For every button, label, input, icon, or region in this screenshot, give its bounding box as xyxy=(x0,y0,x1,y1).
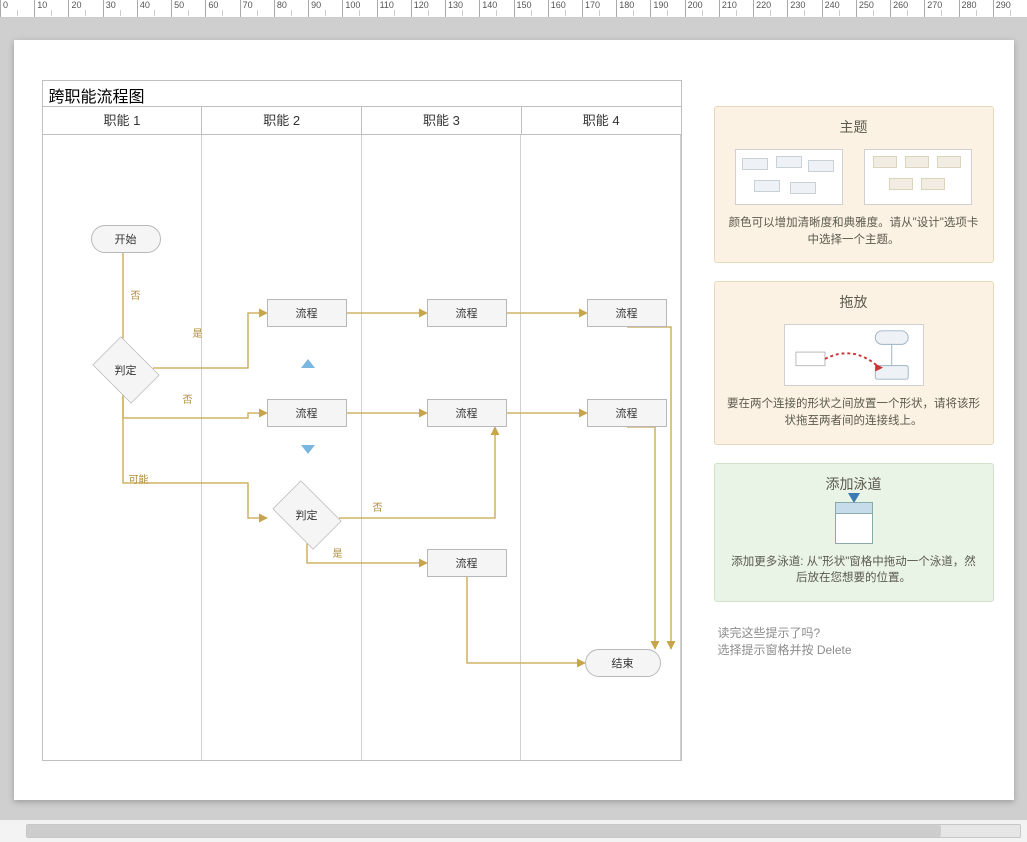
ruler-tick: 60 xyxy=(205,0,218,18)
tip-theme-title: 主题 xyxy=(727,117,981,137)
tip-drag-card[interactable]: 拖放 要在两个连接的形状之间放置一个形状，请将该形状拖至两者间的连接线上。 xyxy=(714,281,994,444)
label-maybe: 可能 xyxy=(129,471,149,486)
decision-2[interactable]: 判定 xyxy=(267,487,347,543)
ruler-tick: 190 xyxy=(650,0,668,18)
lane-body: 开始 判定 流程 流程 流程 流程 流程 xyxy=(43,135,681,760)
ruler-tick: 140 xyxy=(479,0,497,18)
tip-theme-desc: 颜色可以增加清晰度和典雅度。请从"设计"选项卡中选择一个主题。 xyxy=(727,215,981,248)
ruler-tick: 210 xyxy=(719,0,737,18)
label-yes-2: 是 xyxy=(333,545,343,560)
decision-1[interactable]: 判定 xyxy=(88,342,164,398)
canvas-area[interactable]: 跨职能流程图 职能 1 职能 2 职能 3 职能 4 xyxy=(0,18,1027,820)
lane-header-3[interactable]: 职能 3 xyxy=(362,107,522,134)
ruler-tick: 280 xyxy=(959,0,977,18)
tip-drag-desc: 要在两个连接的形状之间放置一个形状，请将该形状拖至两者间的连接线上。 xyxy=(727,396,981,429)
ruler-tick: 270 xyxy=(924,0,942,18)
lane-3[interactable] xyxy=(362,135,522,760)
arrow-down-icon xyxy=(848,493,860,503)
ruler-tick: 120 xyxy=(411,0,429,18)
process-r4-l3[interactable]: 流程 xyxy=(427,549,507,577)
ruler-tick: 180 xyxy=(616,0,634,18)
ruler-tick: 90 xyxy=(308,0,321,18)
lane-header-2[interactable]: 职能 2 xyxy=(202,107,362,134)
horizontal-scrollbar[interactable] xyxy=(26,824,1021,838)
tips-panel[interactable]: 主题 xyxy=(714,106,994,662)
tip-lane-desc: 添加更多泳道: 从"形状"窗格中拖动一个泳道，然后放在您想要的位置。 xyxy=(727,554,981,587)
lane-thumb xyxy=(835,502,873,544)
ruler-tick: 50 xyxy=(171,0,184,18)
ruler-tick: 160 xyxy=(548,0,566,18)
ruler-tick: 290 xyxy=(993,0,1011,18)
ruler-tick: 110 xyxy=(377,0,394,18)
tips-footer-a: 选择提示窗格并按 Delete xyxy=(718,641,990,658)
theme-thumb-1 xyxy=(735,149,843,205)
ruler-tick: 130 xyxy=(445,0,463,18)
ruler-tick: 0 xyxy=(0,0,8,18)
ruler-tick: 40 xyxy=(137,0,150,18)
swimlane-title[interactable]: 跨职能流程图 xyxy=(42,80,682,106)
ruler-tick: 230 xyxy=(787,0,805,18)
ruler-tick: 250 xyxy=(856,0,874,18)
lane-header-4[interactable]: 职能 4 xyxy=(522,107,681,134)
ruler-tick: 100 xyxy=(342,0,360,18)
tip-lane-title: 添加泳道 xyxy=(727,474,981,494)
ruler-tick: 10 xyxy=(34,0,47,18)
horizontal-ruler: 0 10 20 30 40 50 60 70 80 90 100 110 120 130 140 150 160… xyxy=(0,0,1027,18)
theme-thumb-2 xyxy=(864,149,972,205)
tips-footer: 读完这些提示了吗? 选择提示窗格并按 Delete xyxy=(714,620,994,662)
ruler-tick: 260 xyxy=(890,0,908,18)
ruler-tick: 170 xyxy=(582,0,600,18)
ruler-tick: 70 xyxy=(240,0,253,18)
process-r1-l3[interactable]: 流程 xyxy=(427,299,507,327)
drag-thumb xyxy=(784,324,924,386)
tip-drag-title: 拖放 xyxy=(727,292,981,312)
ruler-tick: 80 xyxy=(274,0,287,18)
start-terminator[interactable]: 开始 xyxy=(91,225,161,253)
process-r1-l4[interactable]: 流程 xyxy=(587,299,667,327)
label-no-1: 否 xyxy=(131,287,141,302)
tip-lane-card[interactable]: 添加泳道 添加更多泳道: 从"形状"窗格中拖动一个泳道，然后放在您想要的位置。 xyxy=(714,463,994,602)
process-r2-l3[interactable]: 流程 xyxy=(427,399,507,427)
lane-header-1[interactable]: 职能 1 xyxy=(43,107,203,134)
ruler-tick: 20 xyxy=(68,0,81,18)
label-no-2: 否 xyxy=(183,391,193,406)
label-yes-1: 是 xyxy=(193,325,203,340)
autoconnect-up-icon[interactable] xyxy=(301,359,315,368)
process-r1-l2[interactable]: 流程 xyxy=(267,299,347,327)
ruler-tick: 220 xyxy=(753,0,771,18)
lane-2[interactable] xyxy=(202,135,362,760)
drawing-page[interactable]: 跨职能流程图 职能 1 职能 2 职能 3 职能 4 xyxy=(14,40,1014,800)
ruler-tick: 150 xyxy=(514,0,532,18)
ruler-tick: 240 xyxy=(822,0,840,18)
label-no-3: 否 xyxy=(373,499,383,514)
autoconnect-down-icon[interactable] xyxy=(301,445,315,454)
tip-theme-card[interactable]: 主题 xyxy=(714,106,994,263)
end-terminator[interactable]: 结束 xyxy=(585,649,661,677)
tips-footer-q: 读完这些提示了吗? xyxy=(718,624,990,641)
process-r2-l2[interactable]: 流程 xyxy=(267,399,347,427)
ruler-tick: 200 xyxy=(685,0,703,18)
lane-header-row: 职能 1 职能 2 职能 3 职能 4 xyxy=(43,107,681,135)
ruler-tick: 30 xyxy=(103,0,116,18)
swimlane-title-text: 跨职能流程图 xyxy=(49,89,145,106)
process-r2-l4[interactable]: 流程 xyxy=(587,399,667,427)
swimlane-container[interactable]: 职能 1 职能 2 职能 3 职能 4 xyxy=(42,106,682,761)
